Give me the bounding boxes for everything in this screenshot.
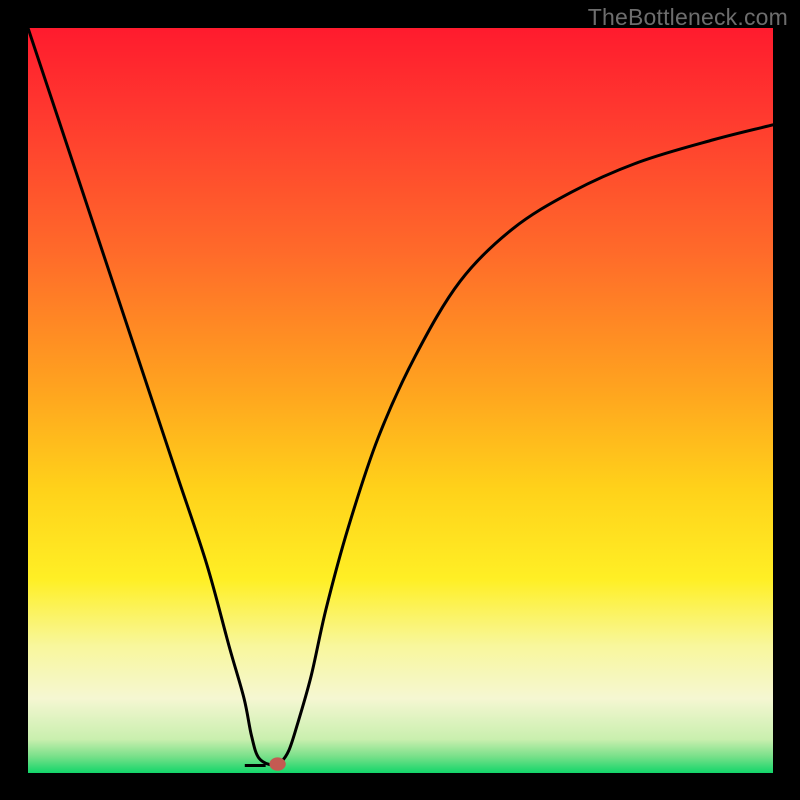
gradient-background	[28, 28, 773, 773]
watermark-label: TheBottleneck.com	[588, 4, 788, 31]
chart-frame: TheBottleneck.com	[0, 0, 800, 800]
bottleneck-chart	[28, 28, 773, 773]
plot-area	[28, 28, 773, 773]
current-point-marker	[269, 757, 285, 770]
